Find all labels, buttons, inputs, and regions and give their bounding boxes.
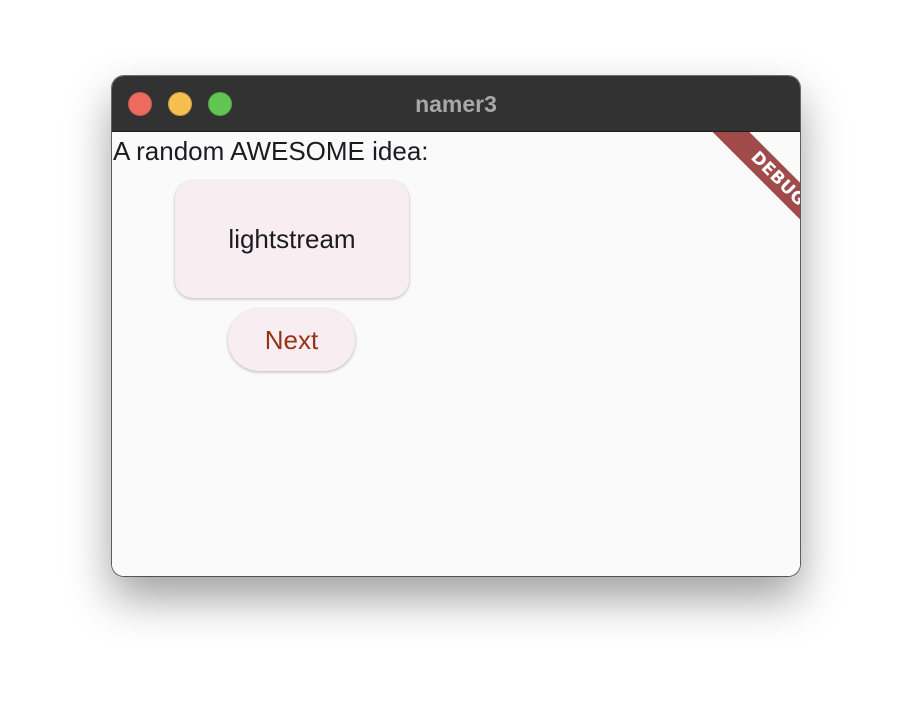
title-bar[interactable]: namer3 [112, 76, 800, 132]
debug-banner: DEBUG [680, 132, 800, 252]
window-title: namer3 [415, 91, 497, 117]
app-window: namer3 A random AWESOME idea: lightstrea… [112, 76, 800, 576]
debug-banner-label: DEBUG [705, 132, 800, 252]
app-content: A random AWESOME idea: lightstream Next … [112, 132, 800, 576]
next-button[interactable]: Next [228, 309, 355, 371]
word-pair-card: lightstream [175, 181, 409, 298]
word-pair-text: lightstream [228, 224, 356, 254]
idea-heading: A random AWESOME idea: [113, 136, 429, 166]
